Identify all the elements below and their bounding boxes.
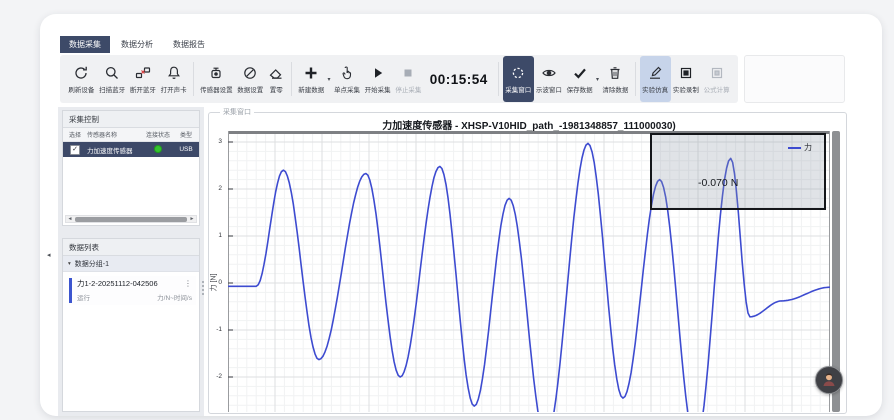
- tab-data-analysis[interactable]: 数据分析: [112, 36, 162, 53]
- data-list-item[interactable]: 力1-2-20251112-042506 ⋮ 运行 力/N~时间/s: [69, 276, 196, 305]
- sensor-type: USB: [175, 146, 197, 153]
- y-tick-label: 3: [206, 138, 222, 145]
- bluetooth-disconnect-icon: [135, 64, 151, 82]
- save-data-button[interactable]: 保存数据: [564, 56, 595, 102]
- chart-title: 力加速度传感器 - XHSP-V10HID_path_-1981348857_1…: [228, 117, 830, 132]
- save-check-icon: [572, 64, 588, 82]
- hscroll-thumb[interactable]: [75, 217, 187, 222]
- legend-series-label: 力: [804, 142, 812, 153]
- toolbar-separator: [498, 62, 499, 96]
- connection-status-dot: [154, 145, 162, 153]
- tab-data-capture[interactable]: 数据采集: [60, 36, 110, 53]
- formula-icon: [709, 64, 725, 82]
- play-icon: [370, 64, 386, 82]
- disconnect-bluetooth-button[interactable]: 断开蓝牙: [127, 56, 158, 102]
- column-sensor-name: 传感器名称: [87, 130, 141, 139]
- sensor-settings-button[interactable]: 传感器设置: [198, 56, 235, 102]
- scroll-left-icon[interactable]: ◄: [66, 216, 74, 222]
- toolbar-separator: [193, 62, 194, 96]
- stop-icon: [400, 64, 416, 82]
- column-connection-status: 连接状态: [141, 130, 175, 139]
- scan-bluetooth-button[interactable]: 扫描蓝牙: [97, 56, 128, 102]
- y-tick-label: 2: [206, 185, 222, 192]
- sensor-table-header: 选择 传感器名称 连接状态 类型: [63, 128, 199, 142]
- legend-line-swatch: [788, 147, 801, 149]
- user-avatar-button[interactable]: [815, 366, 843, 394]
- capture-control-panel: 采集控制 选择 传感器名称 连接状态 类型 ✓ 力加速度传感器 USB ◄ ►: [62, 110, 200, 226]
- open-soundcard-button[interactable]: 打开声卡: [158, 56, 189, 102]
- capture-window-frame-label: 采集窗口: [220, 107, 254, 117]
- simulation-pen-icon: [647, 64, 663, 82]
- stop-capture-button[interactable]: 停止采集: [393, 56, 424, 102]
- data-list-panel: 数据列表 ▾ 数据分组-1 力1-2-20251112-042506 ⋮ 运行 …: [62, 238, 200, 412]
- y-tick-label: -1: [206, 326, 222, 333]
- chart-legend: 力: [788, 142, 812, 153]
- capture-timer: 00:15:54: [430, 72, 488, 87]
- sensor-checkbox[interactable]: ✓: [70, 145, 80, 155]
- capture-window-icon: [510, 64, 526, 82]
- new-data-button[interactable]: 新建数据: [296, 56, 327, 102]
- app-window: 数据采集 数据分析 数据报告 刷新设备 扫描蓝牙 断开蓝牙 打开声卡 传感器设置…: [0, 0, 894, 420]
- data-item-title: 力1-2-20251112-042506: [77, 278, 158, 289]
- tab-data-report[interactable]: 数据报告: [164, 36, 214, 53]
- y-tick-label: -2: [206, 373, 222, 380]
- sidebar-collapse-icon[interactable]: ◂: [47, 251, 51, 259]
- wave-window-icon: [541, 64, 557, 82]
- data-settings-icon: [242, 64, 258, 82]
- sensor-settings-icon: [208, 64, 224, 82]
- data-item-status: 运行: [77, 292, 90, 302]
- caret-down-icon[interactable]: ▾: [328, 76, 331, 83]
- record-icon: [678, 64, 694, 82]
- person-avatar-icon: [820, 371, 838, 389]
- single-point-capture-button[interactable]: 单点采集: [332, 56, 363, 102]
- sensor-name: 力加速度传感器: [87, 145, 141, 155]
- zero-button[interactable]: 置零: [266, 56, 287, 102]
- toolbar-empty-section: [744, 55, 845, 103]
- wave-window-button[interactable]: 示波窗口: [534, 56, 565, 102]
- toolbar-separator: [291, 62, 292, 96]
- capture-window-button[interactable]: 采集窗口: [503, 56, 534, 102]
- data-item-axes: 力/N~时间/s: [157, 292, 192, 302]
- clear-data-button[interactable]: 清除数据: [600, 56, 631, 102]
- refresh-icon: [73, 64, 89, 82]
- clear-trash-icon: [607, 64, 623, 82]
- toolbar: 刷新设备 扫描蓝牙 断开蓝牙 打开声卡 传感器设置 数据设置 置零: [60, 55, 738, 103]
- more-menu-icon[interactable]: ⋮: [184, 279, 192, 288]
- column-select: 选择: [63, 130, 87, 139]
- new-data-plus-icon: [303, 64, 319, 82]
- experiment-simulation-button[interactable]: 实验仿真: [640, 56, 671, 102]
- capture-control-header: 采集控制: [63, 111, 199, 128]
- caret-down-icon[interactable]: ▾: [596, 76, 599, 83]
- data-settings-button[interactable]: 数据设置: [235, 56, 266, 102]
- sound-card-icon: [166, 64, 182, 82]
- sensor-table-hscrollbar[interactable]: ◄ ►: [65, 215, 197, 223]
- panel-splitter-handle[interactable]: [202, 281, 204, 295]
- experiment-record-button[interactable]: 实验录制: [671, 56, 702, 102]
- data-list-header: 数据列表: [63, 239, 199, 256]
- y-tick-label: 0: [206, 279, 222, 286]
- column-type: 类型: [175, 130, 197, 139]
- item-accent-bar: [69, 278, 72, 303]
- refresh-device-button[interactable]: 刷新设备: [66, 56, 97, 102]
- scroll-right-icon[interactable]: ►: [188, 216, 196, 222]
- toolbar-separator: [635, 62, 636, 96]
- sensor-table-row[interactable]: ✓ 力加速度传感器 USB: [63, 142, 199, 157]
- bluetooth-search-icon: [104, 64, 120, 82]
- main-tab-bar: 数据采集 数据分析 数据报告: [60, 36, 214, 53]
- data-group-row[interactable]: ▾ 数据分组-1: [63, 256, 199, 272]
- y-tick-label: 1: [206, 232, 222, 239]
- zero-eraser-icon: [268, 64, 284, 82]
- single-point-icon: [339, 64, 355, 82]
- data-group-label: 数据分组-1: [75, 259, 109, 269]
- formula-calc-button[interactable]: 公式计算: [701, 56, 732, 102]
- measurement-annotation: -0.070 N: [698, 177, 738, 189]
- start-capture-button[interactable]: 开始采集: [362, 56, 393, 102]
- group-expand-icon[interactable]: ▾: [68, 261, 71, 267]
